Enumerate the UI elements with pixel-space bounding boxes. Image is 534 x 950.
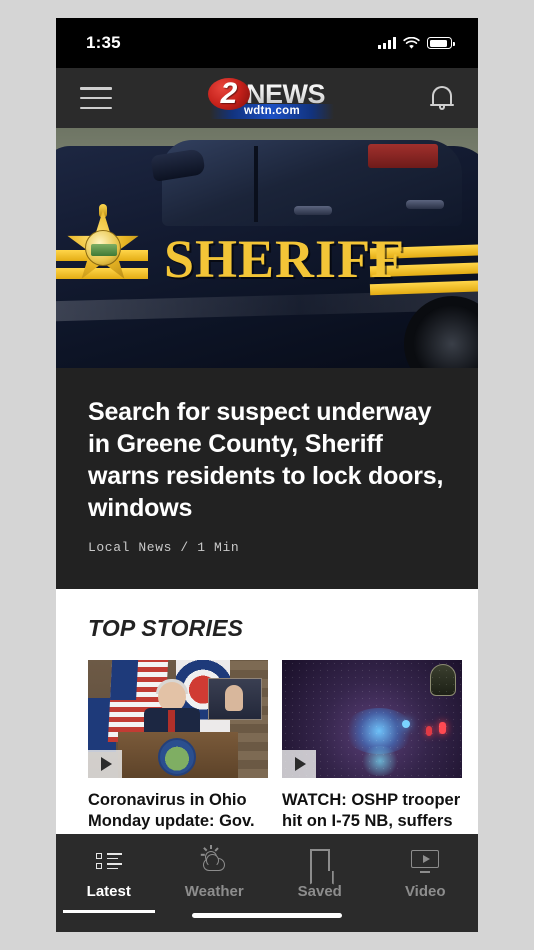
- app-header: 2 NEWS wdtn.com: [56, 68, 478, 128]
- battery-icon: [427, 37, 455, 49]
- hero-category: Local News: [88, 540, 173, 555]
- bookmark-icon: [309, 846, 330, 876]
- story-thumbnail: [282, 660, 462, 778]
- active-tab-indicator: [62, 910, 155, 913]
- sheriff-star-badge-icon: [66, 204, 140, 284]
- status-time: 1:35: [86, 33, 121, 52]
- logo-number: 2: [208, 78, 250, 110]
- tab-label: Video: [404, 883, 446, 900]
- home-indicator[interactable]: [192, 913, 342, 918]
- phone-frame: 1:35 2 NEWS wdtn.com SHERIFF Search for …: [56, 18, 478, 932]
- hero-headline[interactable]: Search for suspect underway in Greene Co…: [88, 396, 446, 524]
- top-stories-section: TOP STORIES Coronavirus in Ohio Monday u…: [56, 589, 478, 876]
- screen: 1:35 2 NEWS wdtn.com SHERIFF Search for …: [0, 0, 534, 950]
- hero-text-block: Search for suspect underway in Greene Co…: [56, 368, 478, 589]
- wifi-icon: [403, 36, 420, 49]
- sheriff-decal-text: SHERIFF: [164, 229, 406, 289]
- hero-meta-separator: /: [180, 540, 189, 555]
- hero-meta: Local News / 1 Min: [88, 540, 446, 555]
- tab-saved[interactable]: Saved: [267, 846, 373, 900]
- tab-label: Saved: [297, 883, 342, 900]
- play-icon[interactable]: [282, 750, 316, 778]
- tab-weather[interactable]: Weather: [162, 845, 268, 900]
- story-thumbnail: [88, 660, 268, 778]
- hero-story[interactable]: SHERIFF Search for suspect underway in G…: [56, 128, 478, 589]
- section-title: TOP STORIES: [88, 615, 244, 641]
- hero-read-time: 1 Min: [197, 540, 240, 555]
- patrol-car-graphic: SHERIFF: [56, 140, 478, 368]
- play-icon[interactable]: [88, 750, 122, 778]
- bottom-tab-bar: Latest Weather Saved Video: [56, 834, 478, 932]
- logo-site-text: wdtn.com: [243, 104, 301, 117]
- status-bar: 1:35: [56, 18, 478, 68]
- list-icon: [95, 846, 122, 876]
- tab-video[interactable]: Video: [373, 846, 479, 900]
- tab-latest[interactable]: Latest: [56, 846, 162, 913]
- hamburger-menu-icon[interactable]: [80, 87, 112, 109]
- wdtn-logo[interactable]: 2 NEWS wdtn.com: [208, 76, 334, 120]
- bell-icon[interactable]: [430, 85, 454, 112]
- hero-image: SHERIFF: [56, 128, 478, 368]
- sun-cloud-icon: [199, 845, 229, 876]
- status-indicators: [378, 36, 455, 50]
- tab-label: Weather: [184, 883, 244, 900]
- video-icon: [411, 846, 440, 876]
- cellular-bars-icon: [378, 37, 396, 49]
- tab-label: Latest: [86, 883, 131, 900]
